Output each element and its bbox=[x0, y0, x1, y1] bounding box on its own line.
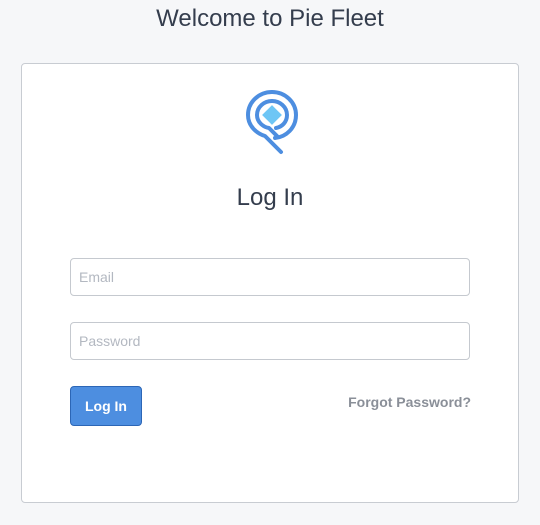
login-heading: Log In bbox=[236, 184, 304, 211]
forgot-password-link[interactable]: Forgot Password? bbox=[348, 394, 471, 410]
pie-fleet-logo-icon bbox=[246, 90, 298, 154]
page-title: Welcome to Pie Fleet bbox=[156, 5, 384, 32]
login-button[interactable]: Log In bbox=[70, 386, 142, 426]
login-card: Log In Log In Forgot Password? bbox=[21, 63, 519, 503]
password-field[interactable] bbox=[70, 322, 470, 360]
email-field[interactable] bbox=[70, 258, 470, 296]
